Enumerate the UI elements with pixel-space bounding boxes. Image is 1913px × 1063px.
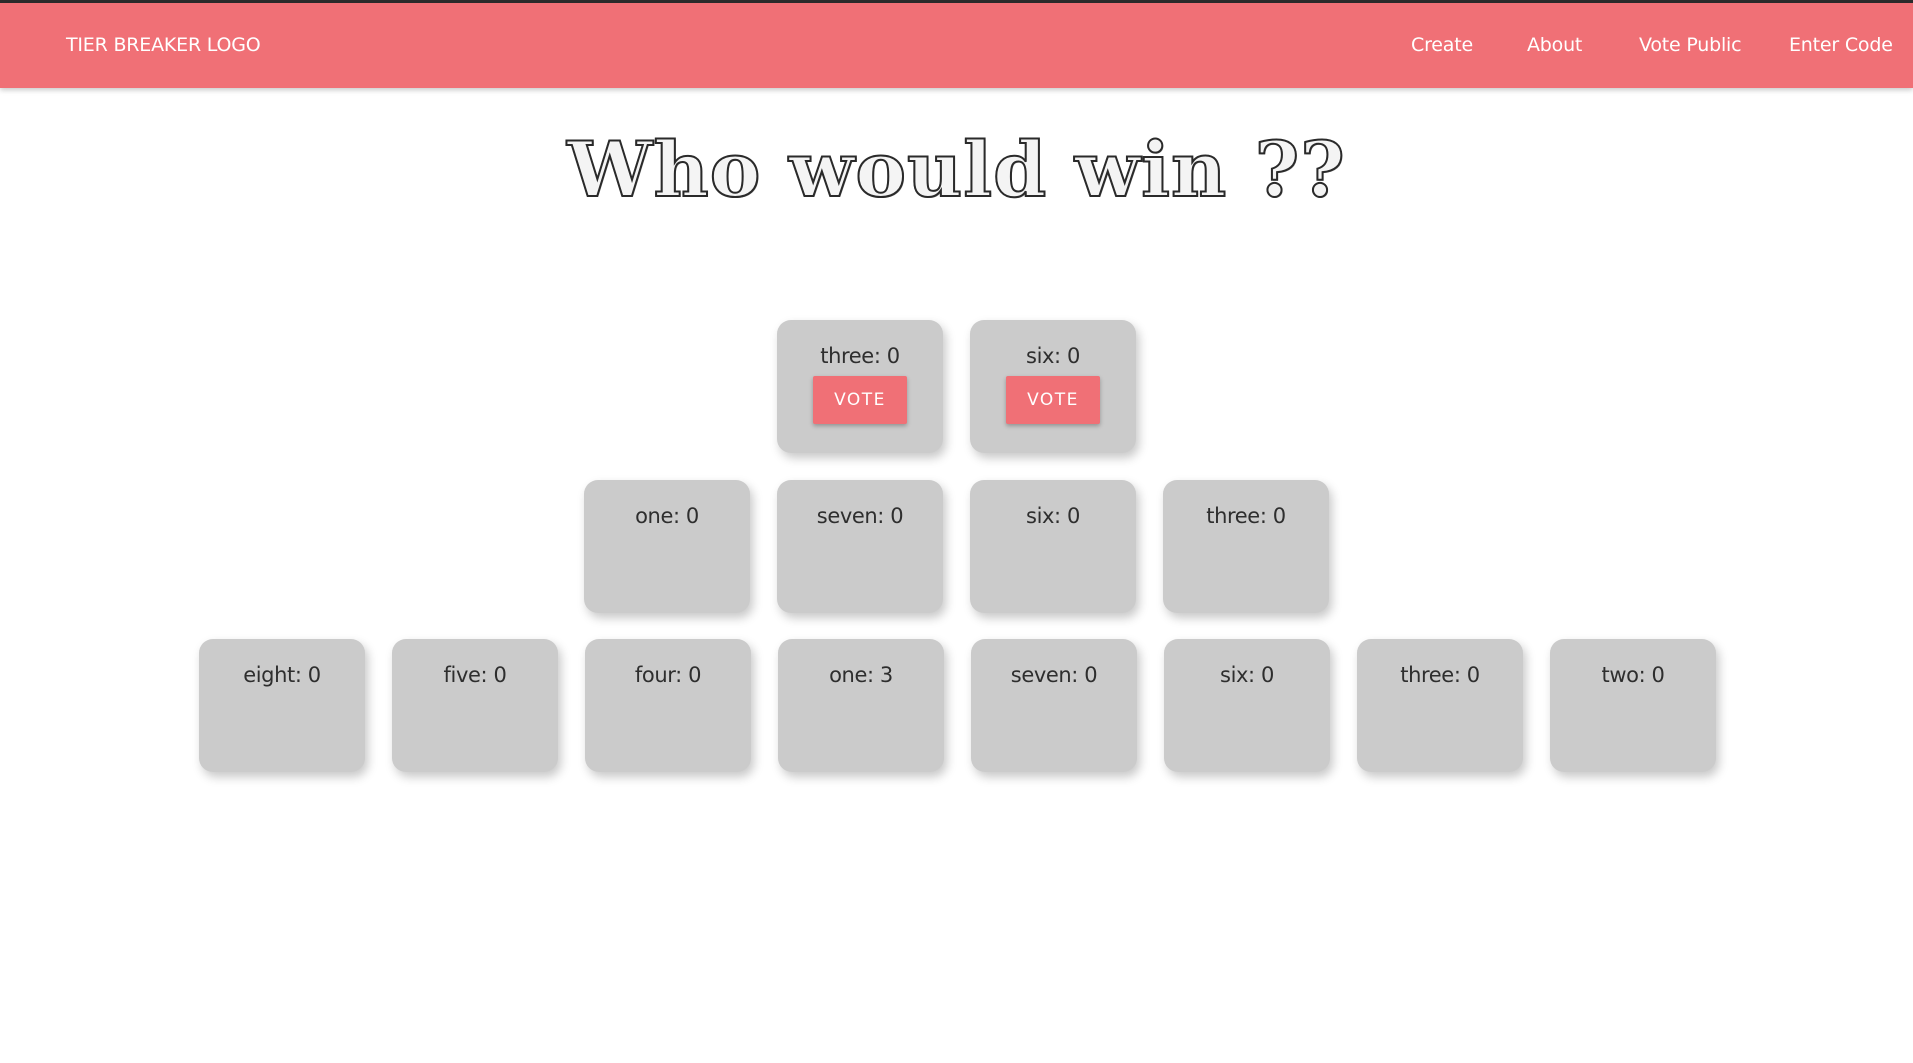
bracket-card-round1-6: six: 0 xyxy=(1164,639,1330,772)
bracket-card-round1-5: seven: 0 xyxy=(971,639,1137,772)
bracket-card-semifinal-1: one: 0 xyxy=(584,480,750,613)
page-title: Who would win ?? xyxy=(566,124,1346,215)
bracket-card-round1-8: two: 0 xyxy=(1550,639,1716,772)
contestant-label: three: 0 xyxy=(1206,504,1286,528)
bracket-card-round1-1: eight: 0 xyxy=(199,639,365,772)
contestant-label: one: 0 xyxy=(635,504,699,528)
site-logo[interactable]: TIER BREAKER LOGO xyxy=(66,3,261,88)
nav-link-create[interactable]: Create xyxy=(1411,3,1473,88)
bracket-card-round1-7: three: 0 xyxy=(1357,639,1523,772)
bracket-card-semifinal-2: seven: 0 xyxy=(777,480,943,613)
contestant-label: five: 0 xyxy=(443,663,507,687)
contestant-label: four: 0 xyxy=(634,663,702,687)
nav-link-vote-public[interactable]: Vote Public xyxy=(1639,3,1742,88)
bracket-card-round1-3: four: 0 xyxy=(585,639,751,772)
vote-button[interactable]: VOTE xyxy=(813,376,907,424)
contestant-label: two: 0 xyxy=(1601,663,1665,687)
contestant-label: seven: 0 xyxy=(816,504,904,528)
nav-link-enter-code[interactable]: Enter Code xyxy=(1789,3,1893,88)
bracket-card-round1-2: five: 0 xyxy=(392,639,558,772)
contestant-label: six: 0 xyxy=(1220,663,1274,687)
nav-link-about[interactable]: About xyxy=(1527,3,1582,88)
bracket-card-round1-4: one: 3 xyxy=(778,639,944,772)
bracket-card-semifinal-3: six: 0 xyxy=(970,480,1136,613)
bracket-card-semifinal-4: three: 0 xyxy=(1163,480,1329,613)
contestant-label: six: 0 xyxy=(1026,344,1080,368)
contestant-label: six: 0 xyxy=(1026,504,1080,528)
bracket-card-final-1: three: 0 VOTE xyxy=(777,320,943,453)
contestant-label: eight: 0 xyxy=(243,663,321,687)
contestant-label: three: 0 xyxy=(1400,663,1480,687)
contestant-label: one: 3 xyxy=(829,663,893,687)
vote-button[interactable]: VOTE xyxy=(1006,376,1100,424)
contestant-label: three: 0 xyxy=(820,344,900,368)
contestant-label: seven: 0 xyxy=(1010,663,1098,687)
bracket-card-final-2: six: 0 VOTE xyxy=(970,320,1136,453)
navbar: TIER BREAKER LOGO Create About Vote Publ… xyxy=(0,3,1913,88)
